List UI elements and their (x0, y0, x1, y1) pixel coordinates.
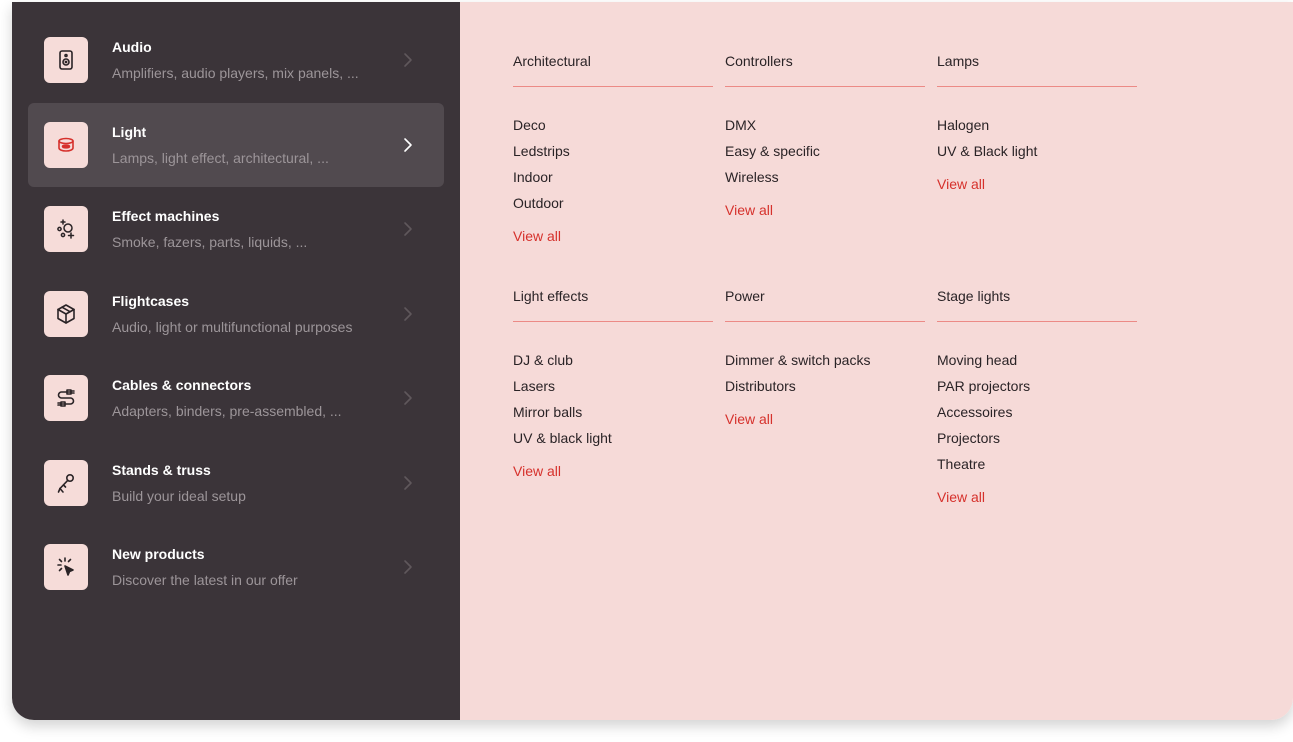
group-list: Deco Ledstrips Indoor Outdoor (513, 112, 713, 216)
category-stands-truss[interactable]: Stands & truss Build your ideal setup (28, 441, 444, 526)
group-title: Architectural (513, 52, 713, 87)
group-list: DMX Easy & specific Wireless (725, 112, 925, 190)
subcategory-link[interactable]: Distributors (725, 373, 925, 399)
chevron-right-icon (402, 390, 414, 406)
subcategory-link[interactable]: Lasers (513, 373, 713, 399)
group-title: Controllers (725, 52, 925, 87)
subcategory-link[interactable]: Moving head (937, 347, 1137, 373)
mega-menu: Audio Amplifiers, audio players, mix pan… (12, 2, 1293, 720)
subcategory-link[interactable]: Dimmer & switch packs (725, 347, 925, 373)
category-new-products[interactable]: New products Discover the latest in our … (28, 525, 444, 610)
subcategory-link[interactable]: Wireless (725, 164, 925, 190)
category-title: New products (112, 546, 205, 563)
category-title: Audio (112, 39, 152, 56)
view-all-link[interactable]: View all (513, 463, 561, 479)
view-all-link[interactable]: View all (725, 411, 773, 427)
speaker-icon (44, 37, 88, 84)
view-all-link[interactable]: View all (937, 176, 985, 192)
chevron-right-icon (402, 306, 414, 322)
subcategory-link[interactable]: UV & Black light (937, 138, 1137, 164)
chevron-right-icon (402, 559, 414, 575)
category-audio[interactable]: Audio Amplifiers, audio players, mix pan… (28, 18, 444, 103)
chevron-right-icon (402, 475, 414, 491)
subcategory-link[interactable]: PAR projectors (937, 373, 1137, 399)
category-cables-connectors[interactable]: Cables & connectors Adapters, binders, p… (28, 356, 444, 441)
category-light[interactable]: Light Lamps, light effect, architectural… (28, 102, 444, 187)
subcategory-link[interactable]: Indoor (513, 164, 713, 190)
box-icon (44, 290, 88, 337)
group-list: Halogen UV & Black light (937, 112, 1137, 164)
cable-icon (44, 375, 88, 422)
subcategory-row: Architectural Deco Ledstrips Indoor Outd… (513, 52, 1149, 246)
subcategory-link[interactable]: Projectors (937, 425, 1137, 451)
group-list: Moving head PAR projectors Accessoires P… (937, 347, 1137, 477)
category-subtitle: Adapters, binders, pre-assembled, ... (112, 403, 342, 420)
view-all-link[interactable]: View all (725, 202, 773, 218)
subcategory-link[interactable]: Outdoor (513, 190, 713, 216)
lamp-icon (44, 121, 88, 168)
category-subtitle: Amplifiers, audio players, mix panels, .… (112, 65, 359, 82)
category-title: Cables & connectors (112, 377, 252, 394)
category-effect-machines[interactable]: Effect machines Smoke, fazers, parts, li… (28, 187, 444, 272)
subcategory-link[interactable]: Theatre (937, 451, 1137, 477)
group-architectural: Architectural Deco Ledstrips Indoor Outd… (513, 52, 713, 246)
category-title: Effect machines (112, 208, 220, 225)
category-sidebar: Audio Amplifiers, audio players, mix pan… (12, 2, 460, 720)
chevron-right-icon (402, 221, 414, 237)
category-subtitle: Lamps, light effect, architectural, ... (112, 149, 329, 166)
group-title: Power (725, 287, 925, 322)
effects-icon (44, 206, 88, 253)
view-all-link[interactable]: View all (513, 228, 561, 244)
subcategory-link[interactable]: Easy & specific (725, 138, 925, 164)
category-title: Light (112, 123, 147, 140)
category-subtitle: Build your ideal setup (112, 487, 246, 504)
microphone-stand-icon (44, 459, 88, 506)
subcategory-link[interactable]: UV & black light (513, 425, 713, 451)
category-flightcases[interactable]: Flightcases Audio, light or multifunctio… (28, 272, 444, 357)
group-stage-lights: Stage lights Moving head PAR projectors … (937, 287, 1137, 507)
chevron-right-icon (402, 52, 414, 68)
category-subtitle: Smoke, fazers, parts, liquids, ... (112, 234, 308, 251)
view-all-link[interactable]: View all (937, 489, 985, 505)
sparkle-cursor-icon (44, 544, 88, 591)
subcategory-link[interactable]: DJ & club (513, 347, 713, 373)
category-subtitle: Audio, light or multifunctional purposes (112, 318, 353, 335)
subcategory-link[interactable]: Halogen (937, 112, 1137, 138)
subcategory-panel: Architectural Deco Ledstrips Indoor Outd… (460, 2, 1293, 720)
subcategory-row: Light effects DJ & club Lasers Mirror ba… (513, 287, 1149, 507)
category-subtitle: Discover the latest in our offer (112, 572, 298, 589)
subcategory-link[interactable]: Mirror balls (513, 399, 713, 425)
group-list: Dimmer & switch packs Distributors (725, 347, 925, 399)
subcategory-link[interactable]: DMX (725, 112, 925, 138)
group-title: Light effects (513, 287, 713, 322)
group-list: DJ & club Lasers Mirror balls UV & black… (513, 347, 713, 451)
group-lamps: Lamps Halogen UV & Black light View all (937, 52, 1137, 246)
group-title: Stage lights (937, 287, 1137, 322)
subcategory-link[interactable]: Ledstrips (513, 138, 713, 164)
chevron-right-icon (402, 137, 414, 153)
group-title: Lamps (937, 52, 1137, 87)
subcategory-link[interactable]: Accessoires (937, 399, 1137, 425)
category-title: Stands & truss (112, 461, 211, 478)
group-light-effects: Light effects DJ & club Lasers Mirror ba… (513, 287, 713, 507)
group-power: Power Dimmer & switch packs Distributors… (725, 287, 925, 507)
subcategory-grid: Architectural Deco Ledstrips Indoor Outd… (513, 52, 1149, 507)
group-controllers: Controllers DMX Easy & specific Wireless… (725, 52, 925, 246)
subcategory-link[interactable]: Deco (513, 112, 713, 138)
category-title: Flightcases (112, 292, 190, 309)
